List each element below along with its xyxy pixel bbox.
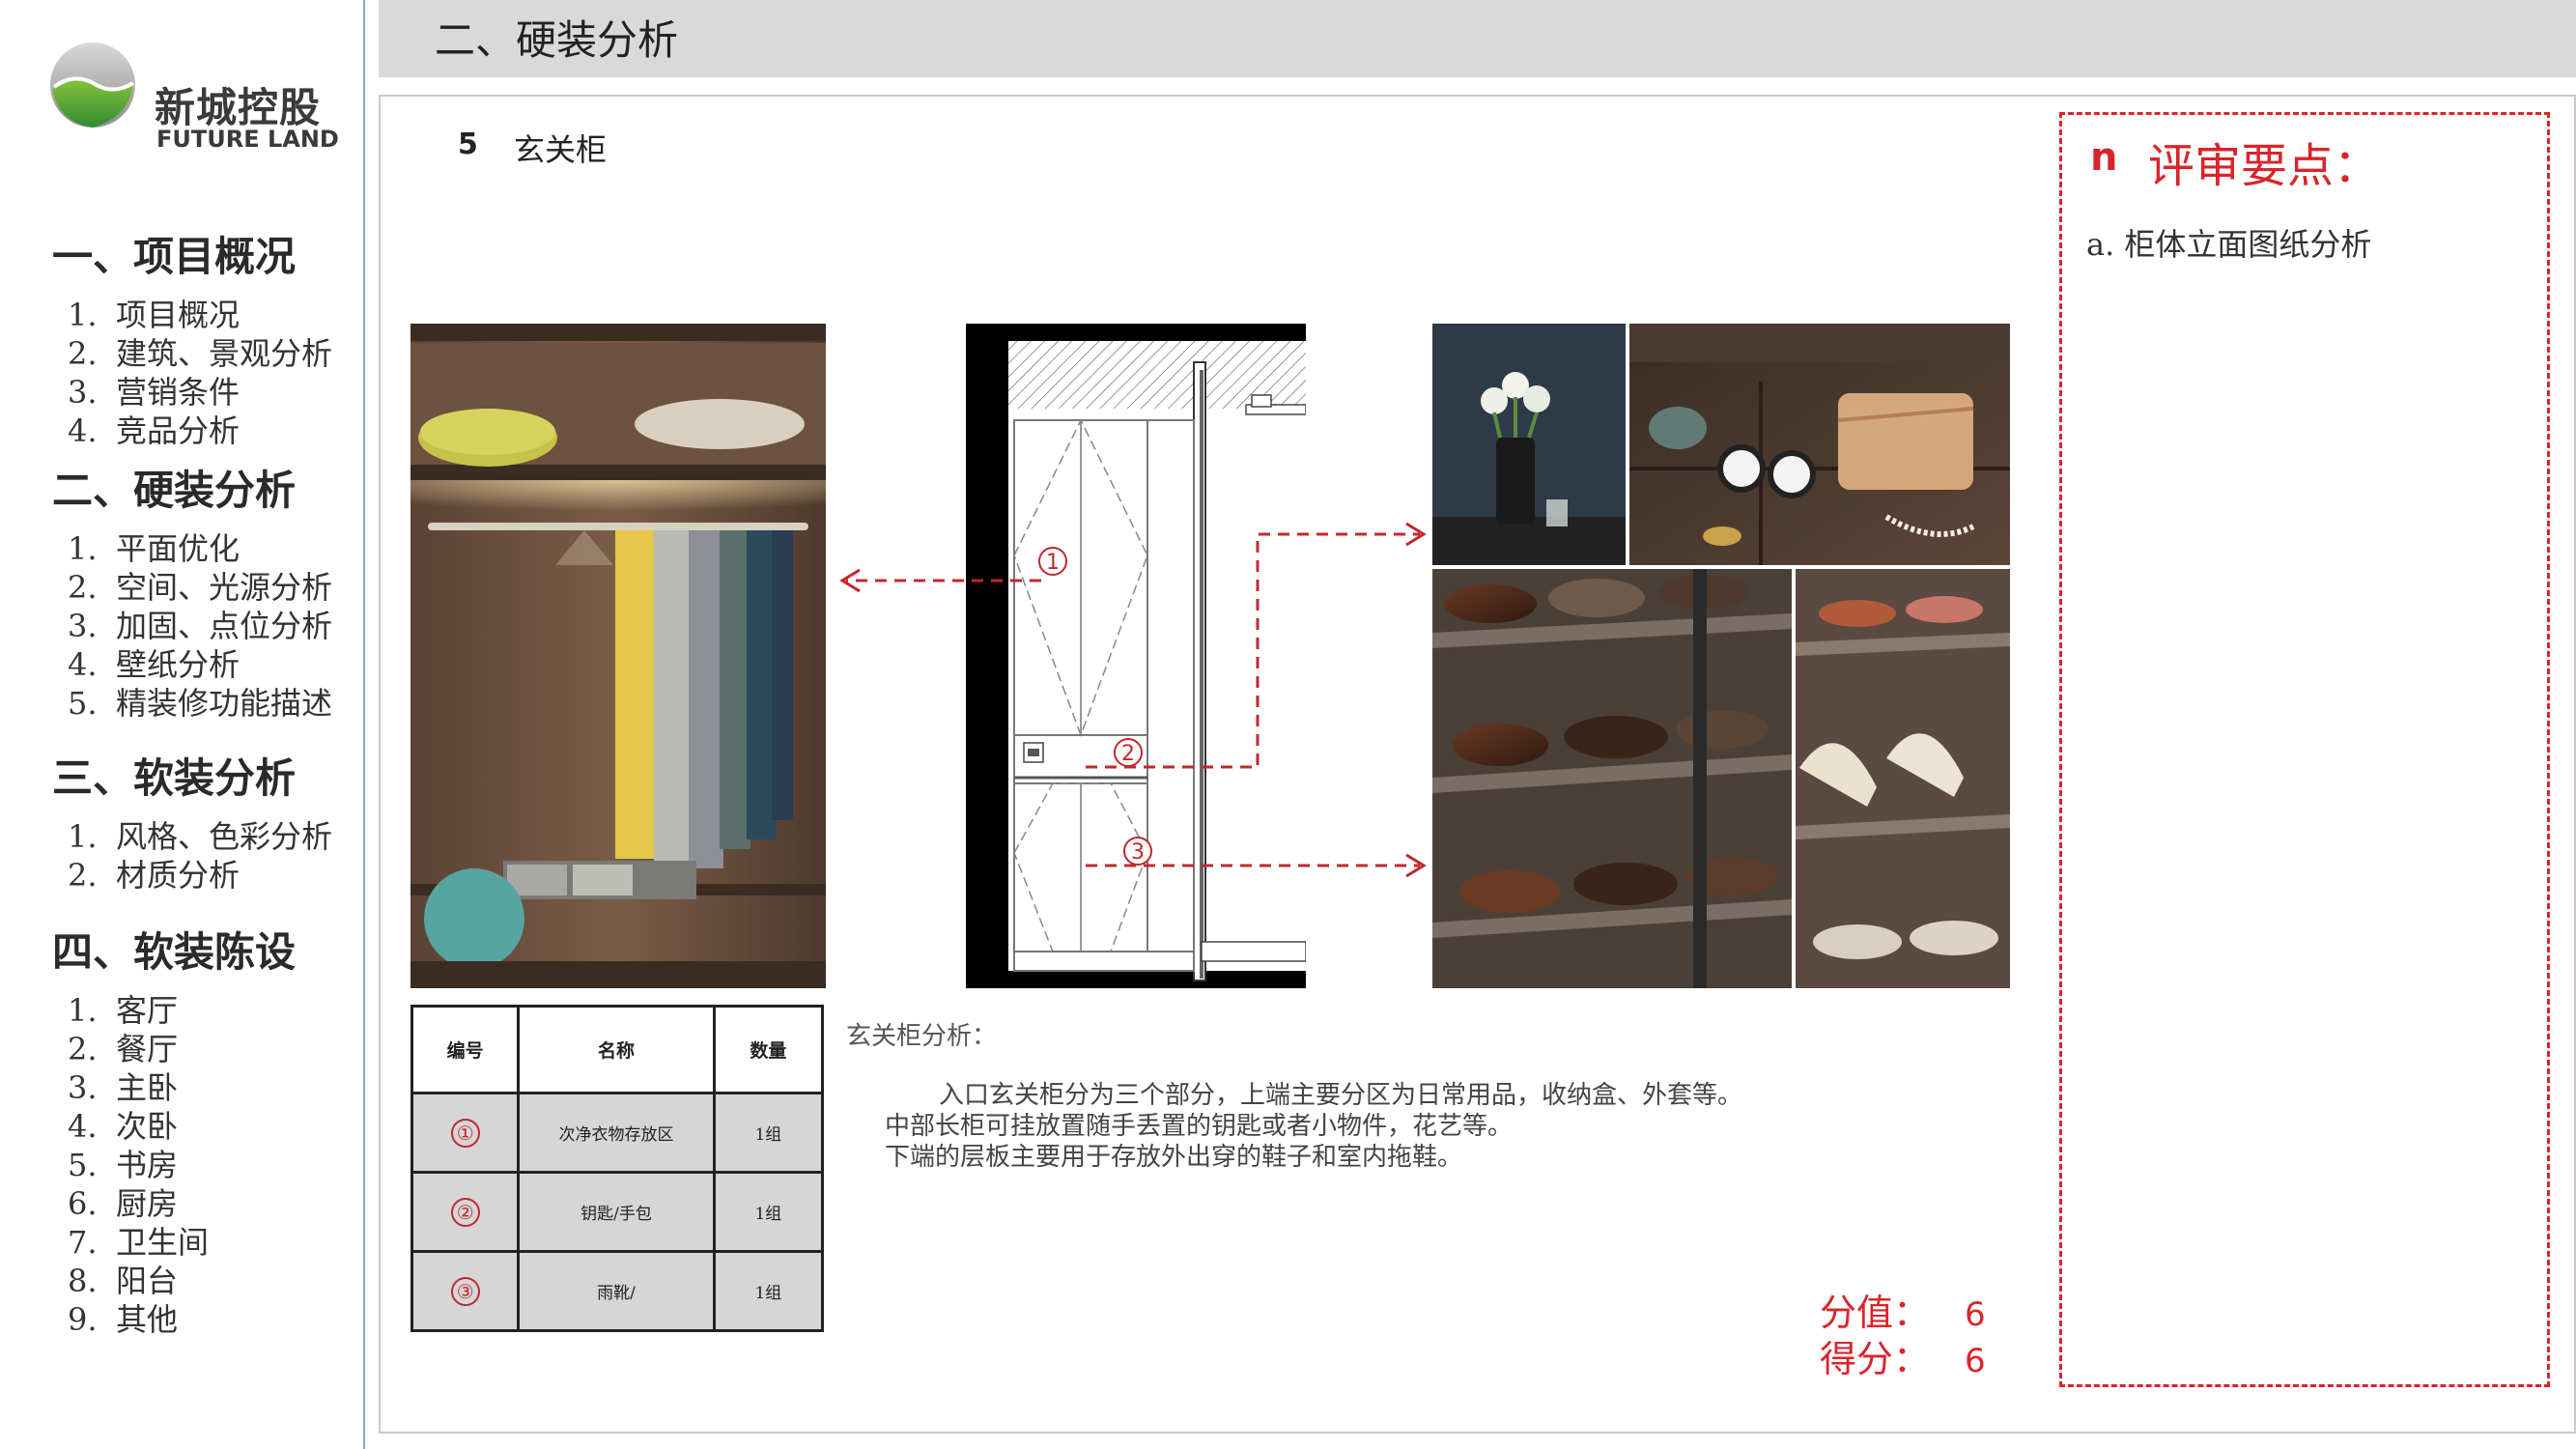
table-cell: 1组: [712, 1171, 825, 1253]
sidebar-item[interactable]: 1. 项目概况: [68, 296, 332, 334]
sidebar-item[interactable]: 2. 空间、光源分析: [68, 568, 332, 607]
table-row: ① 次净衣物存放区 1组: [410, 1092, 825, 1174]
subsection-title: 玄关柜: [514, 131, 608, 168]
table-cell: ③: [410, 1250, 521, 1332]
heels-photo: [1796, 569, 2010, 988]
analysis-line: 中部长柜可挂放置随手丢置的钥匙或者小物件，花艺等。: [885, 1112, 1514, 1141]
sidebar-item[interactable]: 9. 其他: [68, 1300, 209, 1339]
logo-mark-icon: [50, 43, 135, 128]
score-earned-row: 得分： 6: [1820, 1329, 1986, 1382]
item-table: 编号 名称 数量 ① 次净衣物存放区 1组 ② 钥匙/手包 1组 ③ 雨靴/ 1…: [410, 1005, 825, 1332]
sidebar-item[interactable]: 4. 竞品分析: [68, 412, 332, 450]
sidebar-section-title[interactable]: 四、软装陈设: [52, 920, 296, 979]
drawing-marker-3: 3: [1123, 837, 1152, 866]
table-header-cell: 名称: [517, 1005, 716, 1094]
company-logo: 新城控股 FUTURE LAND: [46, 39, 339, 155]
score-earned-label: 得分：: [1820, 1338, 1931, 1380]
sidebar-item[interactable]: 4. 次卧: [68, 1107, 209, 1146]
sidebar-section-list: 1. 项目概况 2. 建筑、景观分析 3. 营销条件 4. 竞品分析: [68, 296, 332, 450]
wardrobe-photo: [410, 324, 826, 988]
review-bullet-icon: n: [2090, 135, 2118, 180]
men-shoes-photo: [1432, 569, 1792, 988]
sidebar-item[interactable]: 5. 精装修功能描述: [68, 684, 332, 723]
logo-name-en: FUTURE LAND: [156, 126, 339, 153]
sidebar-section-title[interactable]: 二、硬装分析: [52, 458, 296, 517]
analysis-heading: 玄关柜分析：: [846, 1022, 998, 1051]
table-row: ② 钥匙/手包 1组: [410, 1171, 825, 1253]
subsection-number: 5: [458, 128, 478, 161]
table-cell: 钥匙/手包: [517, 1171, 716, 1253]
review-points-box: [2059, 112, 2550, 1387]
svg-text:3: 3: [1131, 840, 1145, 865]
table-header-cell: 编号: [410, 1005, 521, 1094]
score-value-label: 分值：: [1820, 1292, 1931, 1334]
table-cell: 1组: [712, 1092, 825, 1174]
sidebar-item[interactable]: 2. 建筑、景观分析: [68, 334, 332, 373]
sidebar-item[interactable]: 2. 餐厅: [68, 1030, 209, 1068]
table-cell: ①: [410, 1092, 521, 1174]
table-cell: 雨靴/: [517, 1250, 716, 1332]
accessories-drawer-photo: [1629, 324, 2010, 565]
svg-text:1: 1: [1046, 551, 1060, 575]
review-point: a. 柜体立面图纸分析: [2086, 226, 2372, 263]
table-cell: 1组: [712, 1250, 825, 1332]
table-cell: ②: [410, 1171, 521, 1253]
sidebar-item[interactable]: 2. 材质分析: [68, 856, 332, 895]
wardrobe-illustration: [410, 324, 826, 988]
sidebar-divider: [363, 0, 365, 1449]
drawing-marker-1: 1: [1038, 547, 1067, 576]
score-value-row: 分值： 6: [1820, 1283, 1986, 1336]
sidebar: 新城控股 FUTURE LAND 一、项目概况 1. 项目概况 2. 建筑、景观分析…: [0, 0, 365, 1449]
sidebar-section-title[interactable]: 三、软装分析: [52, 746, 296, 805]
table-header-row: 编号 名称 数量: [410, 1005, 825, 1094]
sidebar-item[interactable]: 1. 风格、色彩分析: [68, 817, 332, 856]
sidebar-item[interactable]: 1. 客厅: [68, 991, 209, 1030]
cabinet-elevation-drawing: 1 2 3: [966, 324, 1306, 988]
analysis-line: 下端的层板主要用于存放外出穿的鞋子和室内拖鞋。: [885, 1143, 1463, 1172]
analysis-body: 入口玄关柜分为三个部分，上端主要分区为日常用品，收纳盒、外套等。 中部长柜可挂放…: [885, 1080, 1742, 1173]
sidebar-item[interactable]: 3. 加固、点位分析: [68, 607, 332, 645]
table-header-cell: 数量: [712, 1005, 825, 1094]
score-value: 6: [1965, 1295, 1986, 1334]
sidebar-item[interactable]: 1. 平面优化: [68, 529, 332, 568]
table-row: ③ 雨靴/ 1组: [410, 1250, 825, 1332]
vase-photo: [1432, 324, 1626, 565]
sidebar-item[interactable]: 5. 书房: [68, 1146, 209, 1184]
storage-photo-collage: [1432, 324, 2010, 988]
drawing-marker-2: 2: [1114, 738, 1143, 767]
sidebar-item[interactable]: 3. 主卧: [68, 1068, 209, 1107]
sidebar-item[interactable]: 8. 阳台: [68, 1262, 209, 1300]
score-earned: 6: [1965, 1342, 1986, 1380]
page-title: 二、硬装分析: [435, 16, 679, 64]
analysis-line: 入口玄关柜分为三个部分，上端主要分区为日常用品，收纳盒、外套等。: [939, 1081, 1743, 1110]
sidebar-item[interactable]: 3. 营销条件: [68, 373, 332, 412]
svg-text:2: 2: [1121, 742, 1135, 766]
review-title: 评审要点：: [2148, 139, 2381, 193]
table-cell: 次净衣物存放区: [517, 1092, 716, 1174]
sidebar-item[interactable]: 7. 卫生间: [68, 1223, 209, 1262]
header-bar: [379, 0, 2576, 77]
sidebar-item[interactable]: 4. 壁纸分析: [68, 645, 332, 684]
sidebar-section-title[interactable]: 一、项目概况: [52, 224, 296, 283]
sidebar-item[interactable]: 6. 厨房: [68, 1184, 209, 1223]
sidebar-section-list: 1. 客厅 2. 餐厅 3. 主卧 4. 次卧 5. 书房 6. 厨房 7. 卫生间 8. 阳台…: [68, 991, 209, 1339]
sidebar-section-list: 1. 风格、色彩分析 2. 材质分析: [68, 817, 332, 895]
sidebar-section-list: 1. 平面优化 2. 空间、光源分析 3. 加固、点位分析 4. 壁纸分析 5. 精装修功…: [68, 529, 332, 723]
